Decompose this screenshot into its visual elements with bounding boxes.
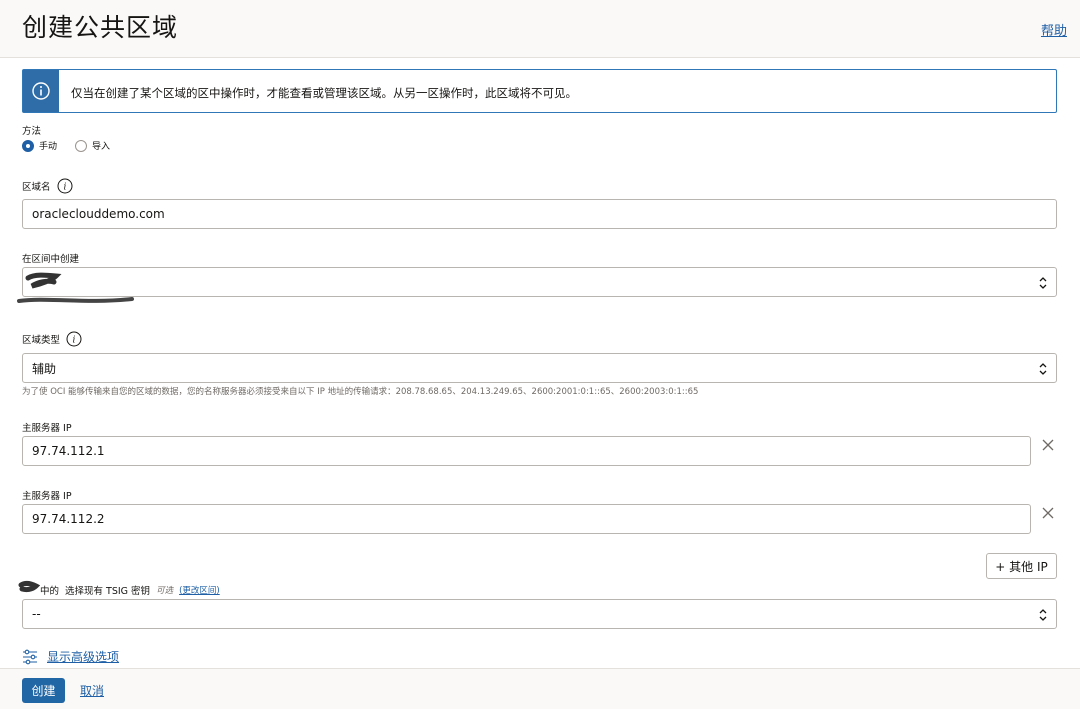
primary-server-1-label: 主服务器 IP xyxy=(22,423,72,434)
tsig-label-prefix: 中的 xyxy=(40,586,60,597)
sliders-icon xyxy=(23,649,37,664)
radio-import-label: 导入 xyxy=(92,142,111,152)
svg-text:i: i xyxy=(73,336,76,346)
radio-manual[interactable]: 手动 xyxy=(22,139,57,152)
close-icon[interactable] xyxy=(1041,506,1055,520)
zone-type-helper-text: 为了使 OCI 能够传输来自您的区域的数据，您的名称服务器必须接受来自以下 IP… xyxy=(22,387,699,397)
page-header: 创建公共区域 帮助 xyxy=(0,0,1080,58)
chevron-updown-icon xyxy=(1039,363,1047,375)
zone-type-value: 辅助 xyxy=(32,361,57,376)
tsig-select[interactable]: -- xyxy=(22,599,1057,629)
primary-server-2-value: 97.74.112.2 xyxy=(32,512,105,526)
primary-server-1-value: 97.74.112.1 xyxy=(32,444,105,458)
primary-server-2-label: 主服务器 IP xyxy=(22,491,72,502)
redaction-mark xyxy=(18,580,40,593)
radio-manual-dot xyxy=(22,139,34,152)
show-advanced-options-link[interactable]: 显示高级选项 xyxy=(22,648,119,665)
page-title: 创建公共区域 xyxy=(22,13,179,42)
zone-name-label-row: 区域名 i xyxy=(22,178,73,194)
zone-name-input[interactable]: oracleclouddemo.com xyxy=(22,199,1057,229)
zone-type-select[interactable]: 辅助 xyxy=(22,353,1057,383)
chevron-updown-icon xyxy=(1039,277,1047,289)
redaction-mark xyxy=(25,272,62,289)
zone-name-info-icon[interactable]: i xyxy=(57,178,73,194)
tsig-label: 选择现有 TSIG 密钥 xyxy=(65,586,151,597)
page-footer: 创建 取消 xyxy=(0,668,1080,709)
method-label: 方法 xyxy=(22,126,42,137)
compartment-label: 在区间中创建 xyxy=(22,254,80,265)
redaction-mark xyxy=(17,297,134,303)
tsig-optional-tag: 可选 xyxy=(156,586,174,596)
radio-import-dot xyxy=(75,139,88,152)
info-banner-message: 仅当在创建了某个区域的区中操作时，才能查看或管理该区域。从另一区操作时，此区域将… xyxy=(71,86,577,100)
change-compartment-link[interactable]: (更改区间) xyxy=(179,584,220,596)
svg-text:i: i xyxy=(63,183,66,193)
zone-type-label: 区域类型 xyxy=(22,335,61,346)
primary-server-1-input[interactable]: 97.74.112.1 xyxy=(22,436,1031,466)
close-icon[interactable] xyxy=(1041,438,1055,452)
zone-type-info-icon[interactable]: i xyxy=(66,331,82,347)
info-icon xyxy=(23,70,59,112)
show-advanced-options-label: 显示高级选项 xyxy=(47,650,120,664)
cancel-link[interactable]: 取消 xyxy=(80,682,104,699)
chevron-updown-icon xyxy=(1039,609,1047,621)
primary-server-2-input[interactable]: 97.74.112.2 xyxy=(22,504,1031,534)
tsig-label-row: 中的 选择现有 TSIG 密钥 可选 (更改区间) xyxy=(40,583,220,597)
radio-import[interactable]: 导入 xyxy=(75,139,110,152)
add-ip-button[interactable]: + 其他 IP xyxy=(986,553,1057,579)
zone-name-label: 区域名 xyxy=(22,182,51,193)
method-radio-group: 手动 导入 xyxy=(22,139,128,152)
help-link[interactable]: 帮助 xyxy=(1041,20,1067,39)
zone-type-label-row: 区域类型 i xyxy=(22,331,82,347)
tsig-value: -- xyxy=(32,607,41,621)
info-banner: 仅当在创建了某个区域的区中操作时，才能查看或管理该区域。从另一区操作时，此区域将… xyxy=(22,69,1057,113)
compartment-select[interactable] xyxy=(22,267,1057,297)
zone-name-value: oracleclouddemo.com xyxy=(32,207,165,221)
radio-manual-label: 手动 xyxy=(39,142,58,152)
create-button[interactable]: 创建 xyxy=(22,678,65,703)
